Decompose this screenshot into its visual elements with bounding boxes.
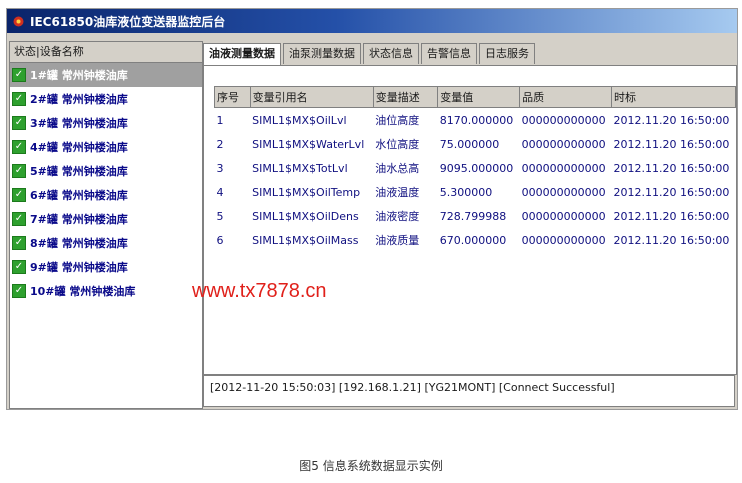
device-name: 5#罐 常州钟楼油库 <box>30 165 128 178</box>
tab-4[interactable]: 日志服务 <box>479 43 535 64</box>
table-cell: 油水总高 <box>375 162 420 175</box>
checkbox-icon[interactable]: ✓ <box>12 260 26 274</box>
tab-bar: 油液测量数据 油泵测量数据 状态信息 告警信息 日志服务 <box>203 43 537 66</box>
tab-0[interactable]: 油液测量数据 <box>203 43 281 66</box>
table-cell: 油液质量 <box>375 234 420 247</box>
table-cell: 6 <box>216 233 224 247</box>
table-cell: 8170.000000 <box>439 113 514 127</box>
table-cell: 3 <box>216 161 224 175</box>
table-cell: 2012.11.20 16:50:00 <box>613 209 730 223</box>
table-row[interactable]: 2 SIML1$MX$WaterLvl 水位高度 75.000000 000000000… <box>215 132 736 156</box>
device-name: 4#罐 常州钟楼油库 <box>30 141 128 154</box>
checkbox-icon[interactable]: ✓ <box>12 68 26 82</box>
table-row[interactable]: 3 SIML1$MX$TotLvl 油水总高 9095.000000 000000000… <box>215 156 736 180</box>
table-cell: 5.300000 <box>439 185 493 199</box>
table-cell: 4 <box>216 185 224 199</box>
device-name: 3#罐 常州钟楼油库 <box>30 117 128 130</box>
device-list-item[interactable]: ✓ 1#罐 常州钟楼油库 <box>10 63 202 87</box>
table-cell: 000000000000 <box>521 185 606 199</box>
device-name: 6#罐 常州钟楼油库 <box>30 189 128 202</box>
table-cell: 油液温度 <box>375 186 420 199</box>
table-cell: 油位高度 <box>375 114 420 127</box>
column-header[interactable]: 序号 <box>214 86 251 108</box>
column-header[interactable]: 变量描述 <box>372 86 439 108</box>
table-cell: SIML1$MX$OilMass <box>252 233 359 247</box>
device-list-panel: 状态|设备名称 ✓ 1#罐 常州钟楼油库 ✓ 2#罐 常州钟楼油库 ✓ 3#罐 常州钟楼油… <box>9 41 203 409</box>
tab-1[interactable]: 油泵测量数据 <box>283 43 361 64</box>
device-list-item[interactable]: ✓ 9#罐 常州钟楼油库 <box>10 255 202 279</box>
tab-3[interactable]: 告警信息 <box>421 43 477 64</box>
device-name: 10#罐 常州钟楼油库 <box>30 285 136 298</box>
table-row[interactable]: 4 SIML1$MX$OilTemp 油液温度 5.300000 00000000000… <box>215 180 736 204</box>
table-cell: 670.000000 <box>439 233 507 247</box>
device-list-item[interactable]: ✓ 2#罐 常州钟楼油库 <box>10 87 202 111</box>
table-cell: 2012.11.20 16:50:00 <box>613 161 730 175</box>
device-name: 1#罐 常州钟楼油库 <box>30 69 128 82</box>
table-cell: 000000000000 <box>521 161 606 175</box>
device-list-item[interactable]: ✓ 4#罐 常州钟楼油库 <box>10 135 202 159</box>
table-cell: SIML1$MX$OilDens <box>252 209 359 223</box>
window-title: IEC61850油库液位变送器监控后台 <box>30 14 226 29</box>
tab-2[interactable]: 状态信息 <box>363 43 419 64</box>
column-header[interactable]: 品质 <box>519 86 613 108</box>
table-cell: 000000000000 <box>521 233 606 247</box>
table-cell: 000000000000 <box>521 113 606 127</box>
table-row[interactable]: 5 SIML1$MX$OilDens 油液密度 728.799988 000000000… <box>215 204 736 228</box>
checkbox-icon[interactable]: ✓ <box>12 92 26 106</box>
device-list-item[interactable]: ✓ 6#罐 常州钟楼油库 <box>10 183 202 207</box>
table-cell: 9095.000000 <box>439 161 514 175</box>
checkbox-icon[interactable]: ✓ <box>12 284 26 298</box>
device-name: 2#罐 常州钟楼油库 <box>30 93 128 106</box>
table-cell: 2012.11.20 16:50:00 <box>613 185 730 199</box>
table-cell: 2 <box>216 137 224 151</box>
checkbox-icon[interactable]: ✓ <box>12 188 26 202</box>
device-list-item[interactable]: ✓ 5#罐 常州钟楼油库 <box>10 159 202 183</box>
checkbox-icon[interactable]: ✓ <box>12 116 26 130</box>
measurement-panel: 序号 变量引用名 变量描述 变量值 品质 时标 1 SIML1$MX$OilLvl 油位高度 8… <box>203 65 737 375</box>
column-header[interactable]: 变量值 <box>437 86 521 108</box>
watermark: www.tx7878.cn <box>192 280 327 302</box>
title-bar: IEC61850油库液位变送器监控后台 <box>7 9 737 33</box>
device-list: ✓ 1#罐 常州钟楼油库 ✓ 2#罐 常州钟楼油库 ✓ 3#罐 常州钟楼油库 ✓ 4#罐 常州… <box>10 63 202 303</box>
checkbox-icon[interactable]: ✓ <box>12 140 26 154</box>
table-cell: 000000000000 <box>521 137 606 151</box>
table-cell: SIML1$MX$OilLvl <box>252 113 347 127</box>
table-cell: 75.000000 <box>439 137 500 151</box>
checkbox-icon[interactable]: ✓ <box>12 164 26 178</box>
device-list-item[interactable]: ✓ 3#罐 常州钟楼油库 <box>10 111 202 135</box>
checkbox-icon[interactable]: ✓ <box>12 236 26 250</box>
table-cell: 油液密度 <box>375 210 420 223</box>
table-cell: 000000000000 <box>521 209 606 223</box>
column-header[interactable]: 变量引用名 <box>249 86 374 108</box>
table-cell: SIML1$MX$TotLvl <box>252 161 348 175</box>
measurement-table: 序号 变量引用名 变量描述 变量值 品质 时标 1 SIML1$MX$OilLvl 油位高度 8… <box>214 86 736 252</box>
table-cell: 2012.11.20 16:50:00 <box>613 137 730 151</box>
log-bar: [2012-11-20 15:50:03] [192.168.1.21] [YG… <box>203 375 735 407</box>
table-cell: 2012.11.20 16:50:00 <box>613 233 730 247</box>
app-window: IEC61850油库液位变送器监控后台 状态|设备名称 ✓ 1#罐 常州钟楼油库 ✓… <box>6 8 738 410</box>
device-list-item[interactable]: ✓ 7#罐 常州钟楼油库 <box>10 207 202 231</box>
table-cell: 728.799988 <box>439 209 507 223</box>
device-name: 8#罐 常州钟楼油库 <box>30 237 128 250</box>
column-header[interactable]: 时标 <box>611 86 736 108</box>
device-list-item[interactable]: ✓ 8#罐 常州钟楼油库 <box>10 231 202 255</box>
checkbox-icon[interactable]: ✓ <box>12 212 26 226</box>
table-cell: 1 <box>216 113 224 127</box>
table-cell: 水位高度 <box>375 138 420 151</box>
table-row[interactable]: 6 SIML1$MX$OilMass 油液质量 670.000000 000000000… <box>215 228 736 252</box>
device-list-header: 状态|设备名称 <box>10 42 202 63</box>
device-name: 9#罐 常州钟楼油库 <box>30 261 128 274</box>
table-header-row: 序号 变量引用名 变量描述 变量值 品质 时标 <box>214 86 736 108</box>
device-list-item[interactable]: ✓ 10#罐 常州钟楼油库 <box>10 279 202 303</box>
device-name: 7#罐 常州钟楼油库 <box>30 213 128 226</box>
figure-caption: 图5 信息系统数据显示实例 <box>299 459 443 473</box>
table-cell: SIML1$MX$WaterLvl <box>252 137 365 151</box>
app-icon <box>13 16 24 26</box>
table-cell: 5 <box>216 209 224 223</box>
table-cell: 2012.11.20 16:50:00 <box>613 113 730 127</box>
table-cell: SIML1$MX$OilTemp <box>252 185 361 199</box>
table-row[interactable]: 1 SIML1$MX$OilLvl 油位高度 8170.000000 000000000… <box>215 108 736 133</box>
